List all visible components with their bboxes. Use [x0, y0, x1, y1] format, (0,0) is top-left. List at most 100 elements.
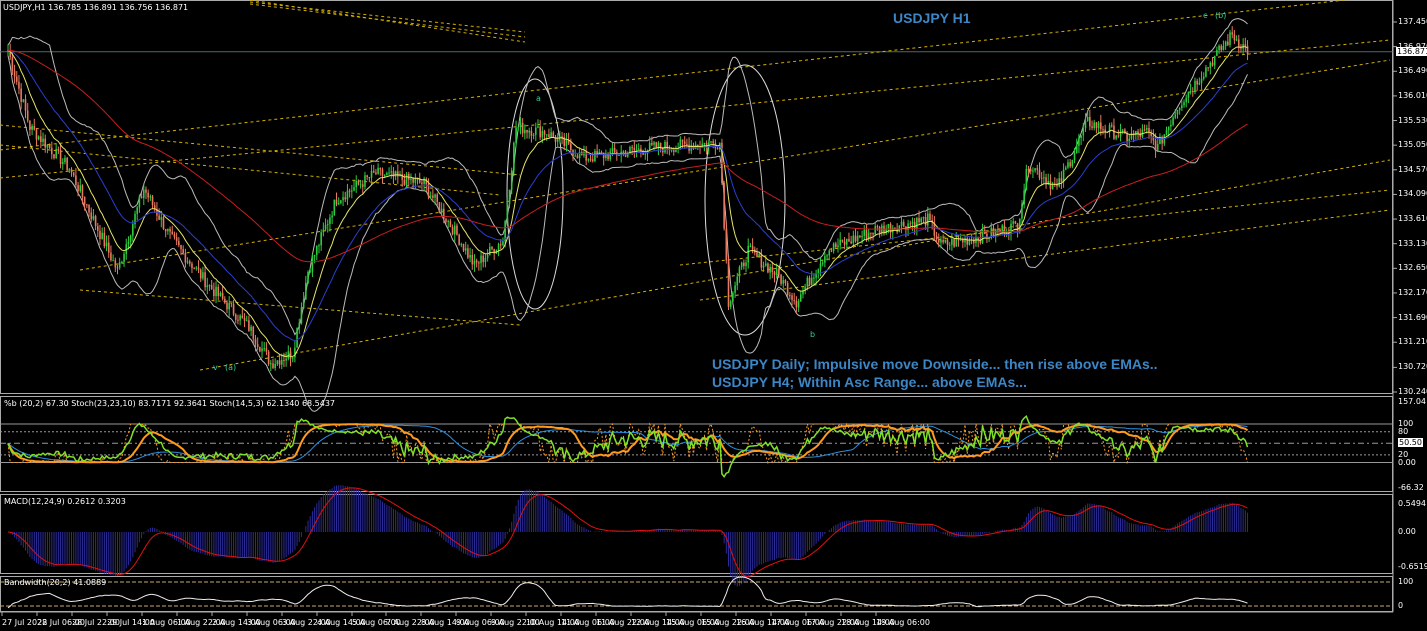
candle-body: [261, 348, 263, 352]
candle-body: [1062, 169, 1065, 182]
candle-body: [508, 189, 511, 205]
candle-body: [364, 175, 366, 187]
candle-body: [300, 307, 303, 324]
candle-body: [515, 127, 517, 143]
candle-body: [611, 147, 614, 152]
candle-body: [475, 260, 478, 263]
candle-body: [1218, 45, 1220, 51]
candle-body: [1172, 117, 1174, 125]
candle-body: [878, 226, 881, 233]
candle-body: [813, 277, 815, 279]
macd-tick-label: -0.6519: [1398, 562, 1427, 571]
candle-body: [379, 167, 382, 170]
candle-body: [828, 250, 831, 256]
candle-body: [13, 70, 16, 77]
candle-body: [92, 216, 95, 220]
candle-body: [1023, 190, 1025, 205]
candle-body: [302, 299, 305, 308]
candle-body: [243, 317, 246, 321]
candle-body: [1176, 109, 1179, 115]
candle-body: [821, 262, 824, 264]
candle-body: [329, 217, 331, 225]
candle-body: [651, 142, 653, 145]
price-tick-label: 133.130: [1398, 238, 1427, 248]
candle-body: [1021, 204, 1023, 219]
oscillator-label: %b (20,2) 67.30 Stoch(23,23,10) 83.7171 …: [4, 399, 336, 408]
candle-body: [740, 262, 743, 268]
candle-body: [285, 358, 287, 361]
candle-body: [924, 217, 927, 226]
price-tick-label: 135.530: [1398, 115, 1427, 125]
candle-body: [484, 257, 487, 262]
candle-body: [863, 229, 866, 236]
candle-body: [445, 218, 447, 222]
candle-body: [331, 215, 333, 218]
candle-body: [265, 348, 268, 352]
candle-body: [784, 280, 787, 283]
candle-body: [1165, 130, 1168, 135]
candle-body: [1091, 126, 1093, 128]
candle-body: [716, 148, 719, 150]
candle-body: [377, 167, 379, 174]
candle-body: [51, 147, 53, 155]
candle-body: [68, 169, 71, 171]
candle-body: [747, 245, 750, 263]
candle-body: [729, 301, 732, 307]
candle-body: [854, 235, 857, 242]
candle-body: [37, 136, 40, 140]
candle-body: [859, 235, 861, 238]
candle-body: [1170, 124, 1172, 127]
candle-body: [631, 147, 633, 149]
candle-body: [412, 178, 414, 183]
candle-body: [732, 292, 734, 302]
candle-body: [105, 242, 108, 247]
candle-body: [26, 110, 29, 121]
time-tick-label: 19 Aug 06:00: [876, 618, 930, 627]
candle-body: [245, 320, 248, 322]
bandwidth-tick-label: 100: [1398, 577, 1414, 586]
candle-body: [953, 239, 955, 247]
candle-body: [1038, 169, 1041, 178]
candle-body: [394, 171, 397, 177]
candle-body: [530, 130, 533, 136]
candle-body: [167, 228, 169, 232]
candle-body: [1198, 82, 1201, 85]
candle-body: [997, 229, 999, 231]
candle-body: [208, 285, 211, 287]
candle-body: [712, 141, 714, 144]
candle-body: [40, 136, 42, 143]
chart-canvas[interactable]: [0, 0, 1427, 631]
candle-body: [565, 140, 568, 146]
wave-label-a: a: [536, 94, 541, 103]
candle-body: [94, 216, 97, 227]
candle-body: [366, 175, 368, 178]
chart-window[interactable]: USDJPY,H1 136.785 136.891 136.756 136.87…: [0, 0, 1427, 631]
price-tick-label: 131.690: [1398, 312, 1427, 322]
candle-body: [920, 218, 923, 223]
candle-body: [1183, 102, 1185, 106]
candle-body: [1058, 178, 1060, 187]
candle-body: [259, 347, 261, 352]
candle-body: [1117, 135, 1120, 137]
candle-body: [622, 151, 625, 153]
candle-body: [1069, 162, 1071, 167]
candle-body: [438, 202, 441, 213]
candle-body: [307, 271, 309, 283]
candle-body: [1113, 125, 1115, 139]
trend-channel-line: [249, 1, 526, 33]
candle-body: [1115, 135, 1117, 139]
pane-border-0: [0, 0, 1393, 394]
candle-body: [397, 171, 399, 177]
candle-body: [224, 298, 226, 303]
candle-body: [390, 171, 393, 173]
candle-body: [1018, 218, 1021, 232]
candle-body: [1202, 76, 1205, 79]
candle-body: [1231, 32, 1234, 35]
candle-body: [681, 139, 684, 142]
candle-body: [112, 260, 114, 262]
candle-body: [188, 261, 191, 264]
candle-body: [1216, 50, 1218, 56]
candle-body: [1146, 128, 1148, 130]
candle-body: [311, 256, 314, 272]
candle-body: [270, 363, 272, 365]
